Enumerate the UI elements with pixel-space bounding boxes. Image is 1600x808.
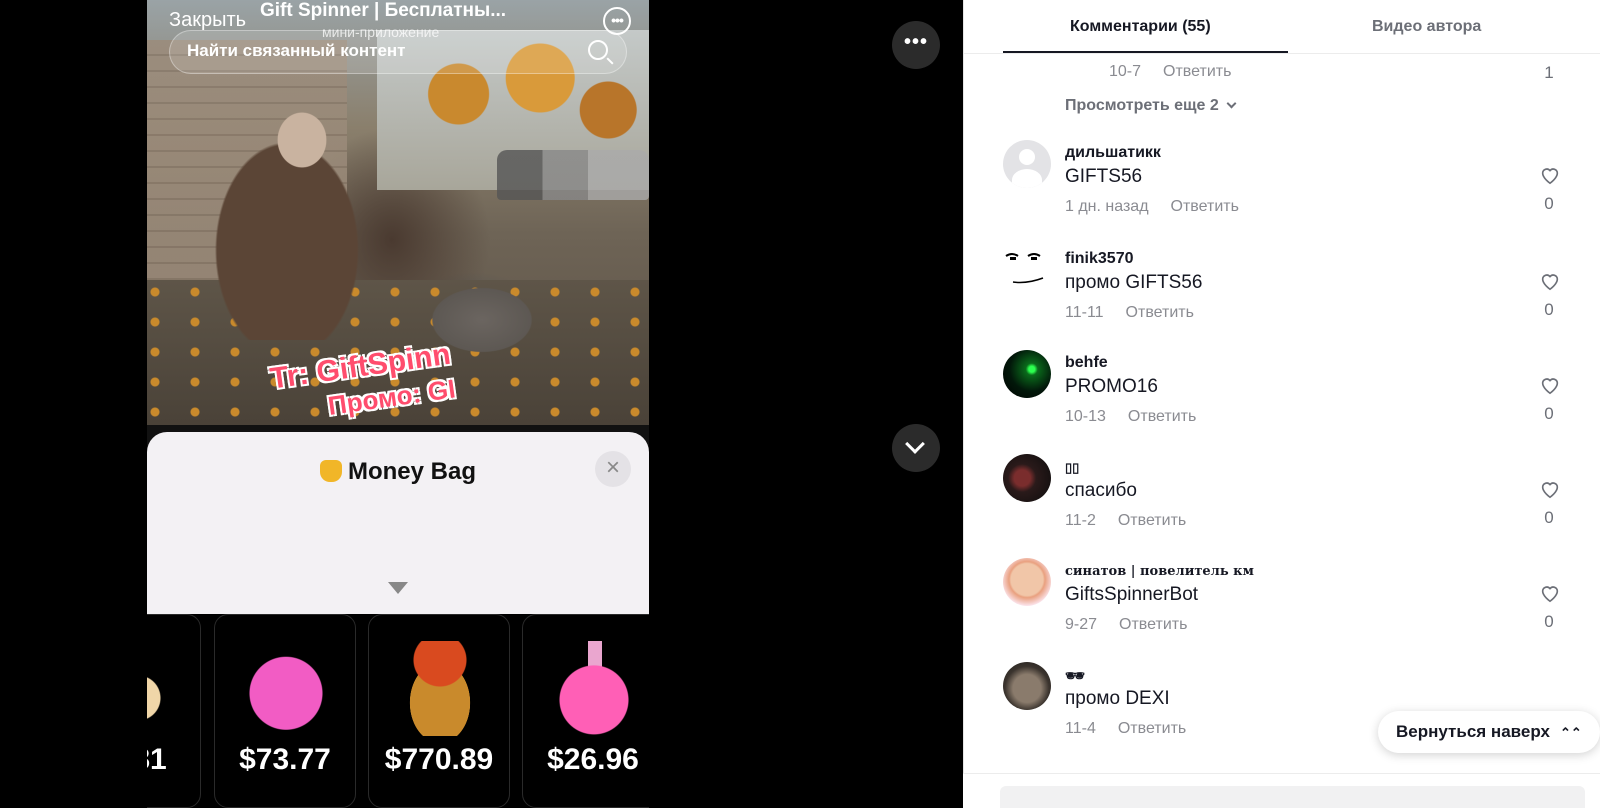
like-count: 0 <box>1544 404 1554 423</box>
potion-icon <box>554 641 634 736</box>
like-count: 0 <box>1544 612 1554 631</box>
helmet-icon <box>246 641 326 736</box>
reply-button[interactable]: Ответить <box>1118 512 1186 529</box>
avatar[interactable] <box>1003 140 1051 188</box>
comment-item: синатов | повелитель км GiftsSpinnerBot … <box>964 558 1600 664</box>
money-bag-icon <box>319 460 342 482</box>
back-to-top-button[interactable]: Вернуться наверх ⌃⌃ <box>1378 711 1600 753</box>
comment-username[interactable]: finik3570 <box>1065 250 1133 268</box>
comment-text: GIFTS56 <box>1065 166 1143 187</box>
like-count: 1 <box>1544 63 1554 82</box>
comment-meta: 11-2 Ответить <box>1065 512 1187 529</box>
comment-meta: 9-27 Ответить <box>1065 616 1188 633</box>
reply-button[interactable]: Ответить <box>1163 63 1231 80</box>
mini-app-title: Gift Spinner | Бесплатны... <box>260 0 507 21</box>
comment-text: PROMO16 <box>1065 376 1158 397</box>
search-icon[interactable] <box>588 40 608 60</box>
comment-text: промо DEXI <box>1065 688 1170 709</box>
tab-author-videos[interactable]: Видео автора <box>1372 18 1481 36</box>
comment-item: дильшатикк GIFTS56 1 дн. назад Ответить 0 <box>964 140 1600 246</box>
mini-app-subtitle: мини-приложение <box>322 24 440 40</box>
comment-item: finik3570 промо GIFTS56 11-11 Ответить 0 <box>964 246 1600 352</box>
video-area: Tr: GiftSpinn Промо: GI Найти связанный … <box>0 0 963 808</box>
avatar[interactable] <box>1003 246 1051 294</box>
prize-card[interactable]: $73.77 <box>214 614 356 808</box>
active-tab-indicator <box>1003 51 1288 53</box>
mini-app-header: Найти связанный контент Закрыть Gift Spi… <box>147 0 649 80</box>
prize-card[interactable]: $770.89 <box>368 614 510 808</box>
avatar[interactable] <box>1003 350 1051 398</box>
comment-meta: 11-11 Ответить <box>1065 304 1194 321</box>
reply-meta: 10-7 Ответить <box>1109 63 1232 80</box>
chevron-down-icon <box>905 434 925 454</box>
comment-username[interactable]: дильшатикк <box>1065 144 1161 162</box>
spartan-helmet-icon <box>400 641 480 736</box>
comment-username[interactable]: синатов | повелитель км <box>1065 564 1254 579</box>
heart-icon[interactable] <box>1539 270 1561 292</box>
chevron-down-icon <box>1226 98 1237 109</box>
reply-button[interactable]: Ответить <box>1126 304 1194 321</box>
comment-text: спасибо <box>1065 480 1137 501</box>
heart-icon[interactable] <box>1539 374 1561 396</box>
comment-item: behfe PROMO16 10-13 Ответить 0 <box>964 350 1600 456</box>
avatar[interactable] <box>1003 558 1051 606</box>
avatar[interactable] <box>1003 662 1051 710</box>
heart-icon[interactable] <box>1539 582 1561 604</box>
comments-panel: Комментарии (55) Видео автора 10-7 Ответи… <box>963 0 1600 808</box>
heart-icon[interactable] <box>1539 164 1561 186</box>
comment-text: промо GIFTS56 <box>1065 272 1203 293</box>
prize-card[interactable]: 81 <box>147 614 201 808</box>
pointer-triangle-icon <box>388 582 408 594</box>
reply-button[interactable]: Ответить <box>1128 408 1196 425</box>
comment-meta: 11-4 Ответить <box>1065 720 1187 737</box>
comment-item: ▯▯ спасибо 11-2 Ответить 0 <box>964 454 1600 560</box>
panel-tabs: Комментарии (55) Видео автора <box>964 0 1600 54</box>
comment-username[interactable]: 🕶 <box>1065 666 1085 686</box>
like-count: 0 <box>1544 194 1554 213</box>
comment-input[interactable] <box>1000 786 1585 808</box>
gift-icon <box>147 641 200 736</box>
sheet-close-button[interactable]: × <box>595 451 631 487</box>
mini-app-frame: Tr: GiftSpinn Промо: GI Найти связанный … <box>147 0 649 808</box>
next-video-button[interactable] <box>892 424 940 472</box>
reply-button[interactable]: Ответить <box>1118 720 1186 737</box>
heart-icon[interactable] <box>1539 478 1561 500</box>
video-more-button[interactable]: ••• <box>892 21 940 69</box>
like-count: 0 <box>1544 300 1554 319</box>
reply-button[interactable]: Ответить <box>1171 198 1239 215</box>
search-placeholder: Найти связанный контент <box>187 41 406 60</box>
tab-comments[interactable]: Комментарии (55) <box>1070 18 1211 36</box>
reply-button[interactable]: Ответить <box>1119 616 1187 633</box>
comment-meta: 10-13 Ответить <box>1065 408 1197 425</box>
double-chevron-up-icon: ⌃⌃ <box>1559 725 1582 740</box>
comment-meta: 1 дн. назад Ответить <box>1065 198 1239 215</box>
close-button[interactable]: Закрыть <box>169 9 246 32</box>
sheet-title: Money Bag <box>147 458 649 486</box>
avatar[interactable] <box>1003 454 1051 502</box>
comment-username[interactable]: ▯▯ <box>1065 460 1079 476</box>
comment-username[interactable]: behfe <box>1065 354 1108 372</box>
like-count: 0 <box>1544 508 1554 527</box>
more-options-icon[interactable]: ••• <box>603 7 631 35</box>
comment-input-area <box>963 773 1600 808</box>
comment-text: GiftsSpinnerBot <box>1065 584 1199 605</box>
view-more-replies-button[interactable]: Просмотреть еще 2 <box>1065 97 1237 115</box>
prize-cards-row: 81 $73.77 $770.89 $26.96 <box>147 614 649 808</box>
prize-card[interactable]: $26.96 <box>522 614 649 808</box>
